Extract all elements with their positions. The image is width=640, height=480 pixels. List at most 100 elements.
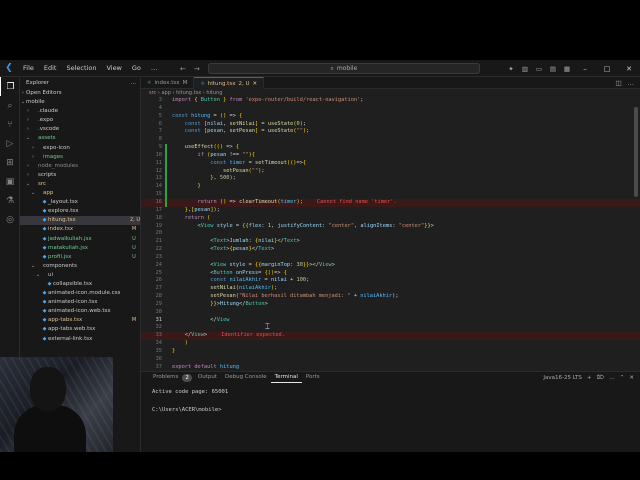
line-number: 23: [155, 253, 162, 260]
tree-item[interactable]: › .expo: [20, 116, 140, 125]
open-editors-section[interactable]: › Open Editors: [20, 89, 140, 98]
tree-item[interactable]: › node_modules: [20, 162, 140, 171]
tree-item[interactable]: ◆ matakuliah.jsx U: [20, 244, 140, 253]
menu-go[interactable]: Go: [127, 60, 146, 77]
person-head: [30, 367, 66, 411]
tree-item[interactable]: ◆ external-link.tsx: [20, 335, 140, 344]
editor-tab[interactable]: ⚛ index.tsx M: [141, 77, 195, 89]
tree-item[interactable]: ◆ collapsible.tsx: [20, 280, 140, 289]
customize-layout-icon[interactable]: ▦: [560, 65, 574, 73]
tree-item[interactable]: › images: [20, 153, 140, 162]
tree-item[interactable]: ◆ app-tabs.web.tsx: [20, 325, 140, 334]
remote-explorer-icon[interactable]: ▣: [0, 172, 20, 191]
menu-edit[interactable]: Edit: [39, 60, 62, 77]
split-editor-icon[interactable]: ◫: [615, 79, 621, 87]
tree-item[interactable]: ◆ _layout.tsx: [20, 198, 140, 207]
tree-item[interactable]: ⌄ assets: [20, 134, 140, 143]
explorer-icon[interactable]: ❐: [0, 77, 20, 96]
panel-tab-output[interactable]: Output: [194, 372, 221, 383]
panel-tab-ports[interactable]: Ports: [302, 372, 324, 383]
tree-item[interactable]: ◆ index.tsx M: [20, 225, 140, 234]
search-box[interactable]: ⌕ mobile: [207, 63, 480, 74]
tree-item[interactable]: ◆ jadwalkuliah.jsx U: [20, 235, 140, 244]
tree-item[interactable]: › expo-icon: [20, 144, 140, 153]
tree-item-label: index.tsx: [48, 226, 74, 233]
code-line: 36: [141, 356, 640, 364]
back-arrow-icon[interactable]: ←: [180, 65, 186, 73]
menu-selection[interactable]: Selection: [61, 60, 101, 77]
tree-item[interactable]: ◆ animated-icon.module.css: [20, 289, 140, 298]
code-line: 15: [141, 191, 640, 199]
more-actions-icon[interactable]: …: [609, 375, 615, 381]
tree-item[interactable]: ⌄ src: [20, 180, 140, 189]
git-status-badge: M: [131, 226, 137, 233]
tree-item[interactable]: ◆ app-tabs.tsx M: [20, 316, 140, 325]
tree-item[interactable]: ◆ hitung.tsx 2, U: [20, 216, 140, 226]
tree-item[interactable]: ⌄ app: [20, 189, 140, 198]
close-tab-icon[interactable]: ✕: [253, 81, 258, 87]
code-line: 33 </View> Identifier expected.: [141, 332, 640, 341]
git-change-marker: [165, 159, 167, 168]
add-terminal-icon[interactable]: +: [587, 375, 592, 381]
tree-item[interactable]: ⌄ ui: [20, 271, 140, 280]
tab-badge: 2, U: [238, 80, 250, 87]
menu-more[interactable]: …: [146, 60, 163, 77]
close-panel-icon[interactable]: ✕: [629, 375, 634, 381]
panel-tab-problems[interactable]: Problems: [149, 372, 182, 383]
toggle-secondary-sidebar-icon[interactable]: ▤: [546, 65, 560, 73]
testing-icon[interactable]: ⚗: [0, 191, 20, 210]
line-text: const [pesan, setPesan] = useState("");: [184, 128, 310, 135]
git-status-badge: U: [132, 253, 136, 260]
tree-item-label: ui: [48, 271, 54, 278]
line-number: 32: [155, 324, 162, 331]
code-view[interactable]: 3 import { Button } from 'expo-router/bui…: [141, 97, 640, 371]
toggle-sidebar-icon[interactable]: ▥: [518, 65, 532, 73]
webcam-overlay: [0, 357, 113, 452]
workspace-root[interactable]: ⌄ mobile: [20, 98, 140, 107]
root-label: mobile: [26, 99, 45, 106]
editor-tab[interactable]: ⚛ hitung.tsx 2, U ✕: [194, 77, 265, 89]
code-line: 6 const [nilai, setNilai] = useState(0);: [141, 121, 640, 129]
search-icon: ⌕: [330, 64, 334, 72]
git-change-marker: [165, 151, 167, 160]
toggle-panel-icon[interactable]: ▭: [532, 65, 546, 73]
copilot-icon[interactable]: ✦: [504, 65, 518, 73]
menu-file[interactable]: File: [18, 60, 39, 77]
tree-item[interactable]: › .vscode: [20, 125, 140, 134]
tree-item[interactable]: ◆ animated-icon.tsx: [20, 298, 140, 307]
editor-scrollbar[interactable]: [634, 107, 638, 197]
panel-tab-debug-console[interactable]: Debug Console: [221, 372, 271, 383]
tree-item[interactable]: ◆ animated-icon.web.tsx: [20, 307, 140, 316]
maximize-panel-icon[interactable]: ⌃: [620, 375, 625, 381]
source-control-icon[interactable]: ⑂: [0, 115, 20, 134]
docker-icon[interactable]: ◎: [0, 210, 20, 229]
panel-tabs: Problems 2 Output Debug Console Terminal Port…: [141, 372, 640, 383]
line-text: <Text>{pesan}</Text>: [210, 246, 275, 253]
menu-view[interactable]: View: [101, 60, 126, 77]
search-view-icon[interactable]: ⌕: [0, 96, 20, 115]
tree-item[interactable]: › scripts: [20, 171, 140, 180]
tree-item[interactable]: ◆ profil.jsx U: [20, 253, 140, 262]
extensions-icon[interactable]: ⊞: [0, 153, 20, 172]
line-text: <View style = {{flex: 1, justifyContent:…: [197, 222, 434, 229]
panel-tab-terminal[interactable]: Terminal: [270, 372, 302, 383]
more-actions-icon[interactable]: …: [628, 79, 635, 87]
code-line: 32: [141, 324, 640, 332]
terminal-output[interactable]: Active code page: 65001 C:\Users\ACER\mob…: [141, 383, 640, 420]
line-number: 34: [155, 340, 162, 347]
trash-icon[interactable]: ⌦: [597, 375, 605, 381]
forward-arrow-icon[interactable]: →: [194, 65, 200, 73]
tree-item[interactable]: ◆ explore.tsx: [20, 207, 140, 216]
bottom-panel: Problems 2 Output Debug Console Terminal Port…: [141, 371, 640, 452]
maximize-icon[interactable]: □: [596, 65, 618, 73]
breadcrumb[interactable]: src › app › hitung.tsx › hitung: [141, 89, 640, 97]
tree-item[interactable]: › .claude: [20, 107, 140, 116]
run-debug-icon[interactable]: ▷: [0, 134, 20, 153]
tree-item[interactable]: ⌄ components: [20, 262, 140, 271]
close-icon[interactable]: ✕: [618, 65, 640, 73]
more-actions-icon[interactable]: …: [131, 77, 137, 89]
minimize-icon[interactable]: –: [574, 65, 596, 73]
terminal-shell-label[interactable]: Java16-25 LTS: [543, 375, 582, 381]
git-status-badge: M: [131, 317, 137, 324]
